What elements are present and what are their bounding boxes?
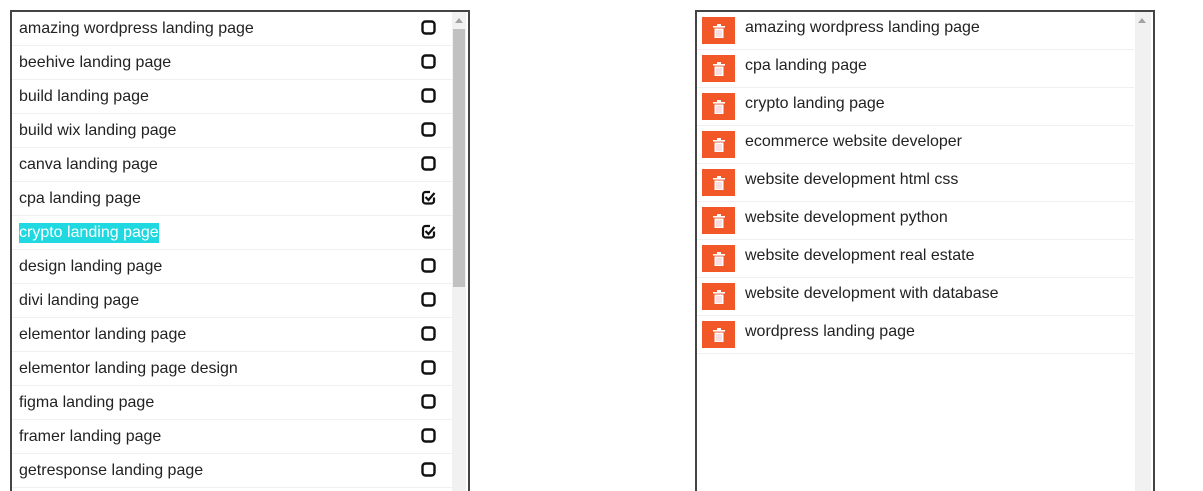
list-item-label: beehive landing page: [19, 53, 172, 71]
selected-keywords-list: amazing wordpress landing page cpa landin…: [695, 10, 1155, 491]
list-item-label: canva landing page: [19, 155, 158, 173]
selected-item-label: website development with database: [745, 284, 999, 302]
list-item-label: getresponse landing page: [19, 461, 204, 479]
selected-item: crypto landing page: [697, 88, 1134, 126]
selected-item: website development python: [697, 202, 1134, 240]
square-outline-icon[interactable]: [421, 462, 436, 477]
list-item[interactable]: elementor landing page: [12, 318, 452, 352]
list-item-label: divi landing page: [19, 291, 140, 309]
selected-item-label: amazing wordpress landing page: [745, 18, 980, 36]
delete-button[interactable]: [702, 207, 735, 234]
square-outline-icon[interactable]: [421, 258, 436, 273]
list-item-label: build wix landing page: [19, 121, 177, 139]
square-outline-icon[interactable]: [421, 326, 436, 341]
list-item[interactable]: figma landing page: [12, 386, 452, 420]
list-item-label: elementor landing page: [19, 325, 187, 343]
trash-icon: [712, 61, 725, 76]
list-item[interactable]: build landing page: [12, 80, 452, 114]
trash-icon: [712, 213, 725, 228]
list-item-label: crypto landing page: [19, 222, 159, 243]
list-item-label: design landing page: [19, 257, 163, 275]
list-item-label: framer landing page: [19, 427, 162, 445]
delete-button[interactable]: [702, 55, 735, 82]
delete-button[interactable]: [702, 131, 735, 158]
trash-icon: [712, 175, 725, 190]
selected-item-label: website development html css: [745, 170, 959, 188]
selected-item: cpa landing page: [697, 50, 1134, 88]
list-item-label: build landing page: [19, 87, 149, 105]
list-item-label: amazing wordpress landing page: [19, 19, 254, 37]
list-item[interactable]: elementor landing page design: [12, 352, 452, 386]
trash-icon: [712, 251, 725, 266]
delete-button[interactable]: [702, 321, 735, 348]
list-item[interactable]: cpa landing page: [12, 182, 452, 216]
selected-item-label: website development python: [745, 208, 948, 226]
selected-item-label: wordpress landing page: [745, 322, 915, 340]
selected-item: website development real estate: [697, 240, 1134, 278]
selected-item: website development with database: [697, 278, 1134, 316]
scroll-up-arrow-icon[interactable]: [455, 18, 463, 23]
trash-icon: [712, 327, 725, 342]
square-outline-icon[interactable]: [421, 88, 436, 103]
delete-button[interactable]: [702, 283, 735, 310]
selected-item: wordpress landing page: [697, 316, 1134, 354]
list-item[interactable]: canva landing page: [12, 148, 452, 182]
trash-icon: [712, 289, 725, 304]
square-outline-icon[interactable]: [421, 360, 436, 375]
list-item[interactable]: amazing wordpress landing page: [12, 12, 452, 46]
list-item-label: elementor landing page design: [19, 359, 238, 377]
available-keywords-list: amazing wordpress landing page beehive la…: [10, 10, 470, 491]
scroll-up-arrow-icon[interactable]: [1138, 18, 1146, 23]
square-outline-icon[interactable]: [421, 156, 436, 171]
selected-item-label: crypto landing page: [745, 94, 885, 112]
list-item[interactable]: crypto landing page: [12, 216, 452, 250]
trash-icon: [712, 23, 725, 38]
delete-button[interactable]: [702, 93, 735, 120]
selected-list-items: amazing wordpress landing page cpa landin…: [697, 12, 1134, 354]
scrollbar-thumb[interactable]: [453, 29, 465, 287]
list-item[interactable]: framer landing page: [12, 420, 452, 454]
trash-icon: [712, 137, 725, 152]
square-outline-icon[interactable]: [421, 122, 436, 137]
list-item[interactable]: build wix landing page: [12, 114, 452, 148]
square-outline-icon[interactable]: [421, 292, 436, 307]
square-outline-icon[interactable]: [421, 394, 436, 409]
selected-item-label: cpa landing page: [745, 56, 867, 74]
list-item-label: cpa landing page: [19, 189, 141, 207]
list-item-label: figma landing page: [19, 393, 155, 411]
selected-item-label: website development real estate: [745, 246, 975, 264]
available-list-items: amazing wordpress landing page beehive la…: [12, 12, 452, 488]
list-item[interactable]: divi landing page: [12, 284, 452, 318]
delete-button[interactable]: [702, 17, 735, 44]
square-outline-icon[interactable]: [421, 54, 436, 69]
square-outline-icon[interactable]: [421, 428, 436, 443]
square-check-icon[interactable]: [421, 190, 436, 205]
list-item[interactable]: design landing page: [12, 250, 452, 284]
delete-button[interactable]: [702, 169, 735, 196]
scrollbar[interactable]: [452, 12, 466, 491]
delete-button[interactable]: [702, 245, 735, 272]
scrollbar[interactable]: [1135, 12, 1151, 491]
square-check-icon[interactable]: [421, 224, 436, 239]
list-item[interactable]: beehive landing page: [12, 46, 452, 80]
selected-item: amazing wordpress landing page: [697, 12, 1134, 50]
square-outline-icon[interactable]: [421, 20, 436, 35]
selected-item-label: ecommerce website developer: [745, 132, 962, 150]
trash-icon: [712, 99, 725, 114]
list-item[interactable]: getresponse landing page: [12, 454, 452, 488]
selected-item: website development html css: [697, 164, 1134, 202]
selected-item: ecommerce website developer: [697, 126, 1134, 164]
